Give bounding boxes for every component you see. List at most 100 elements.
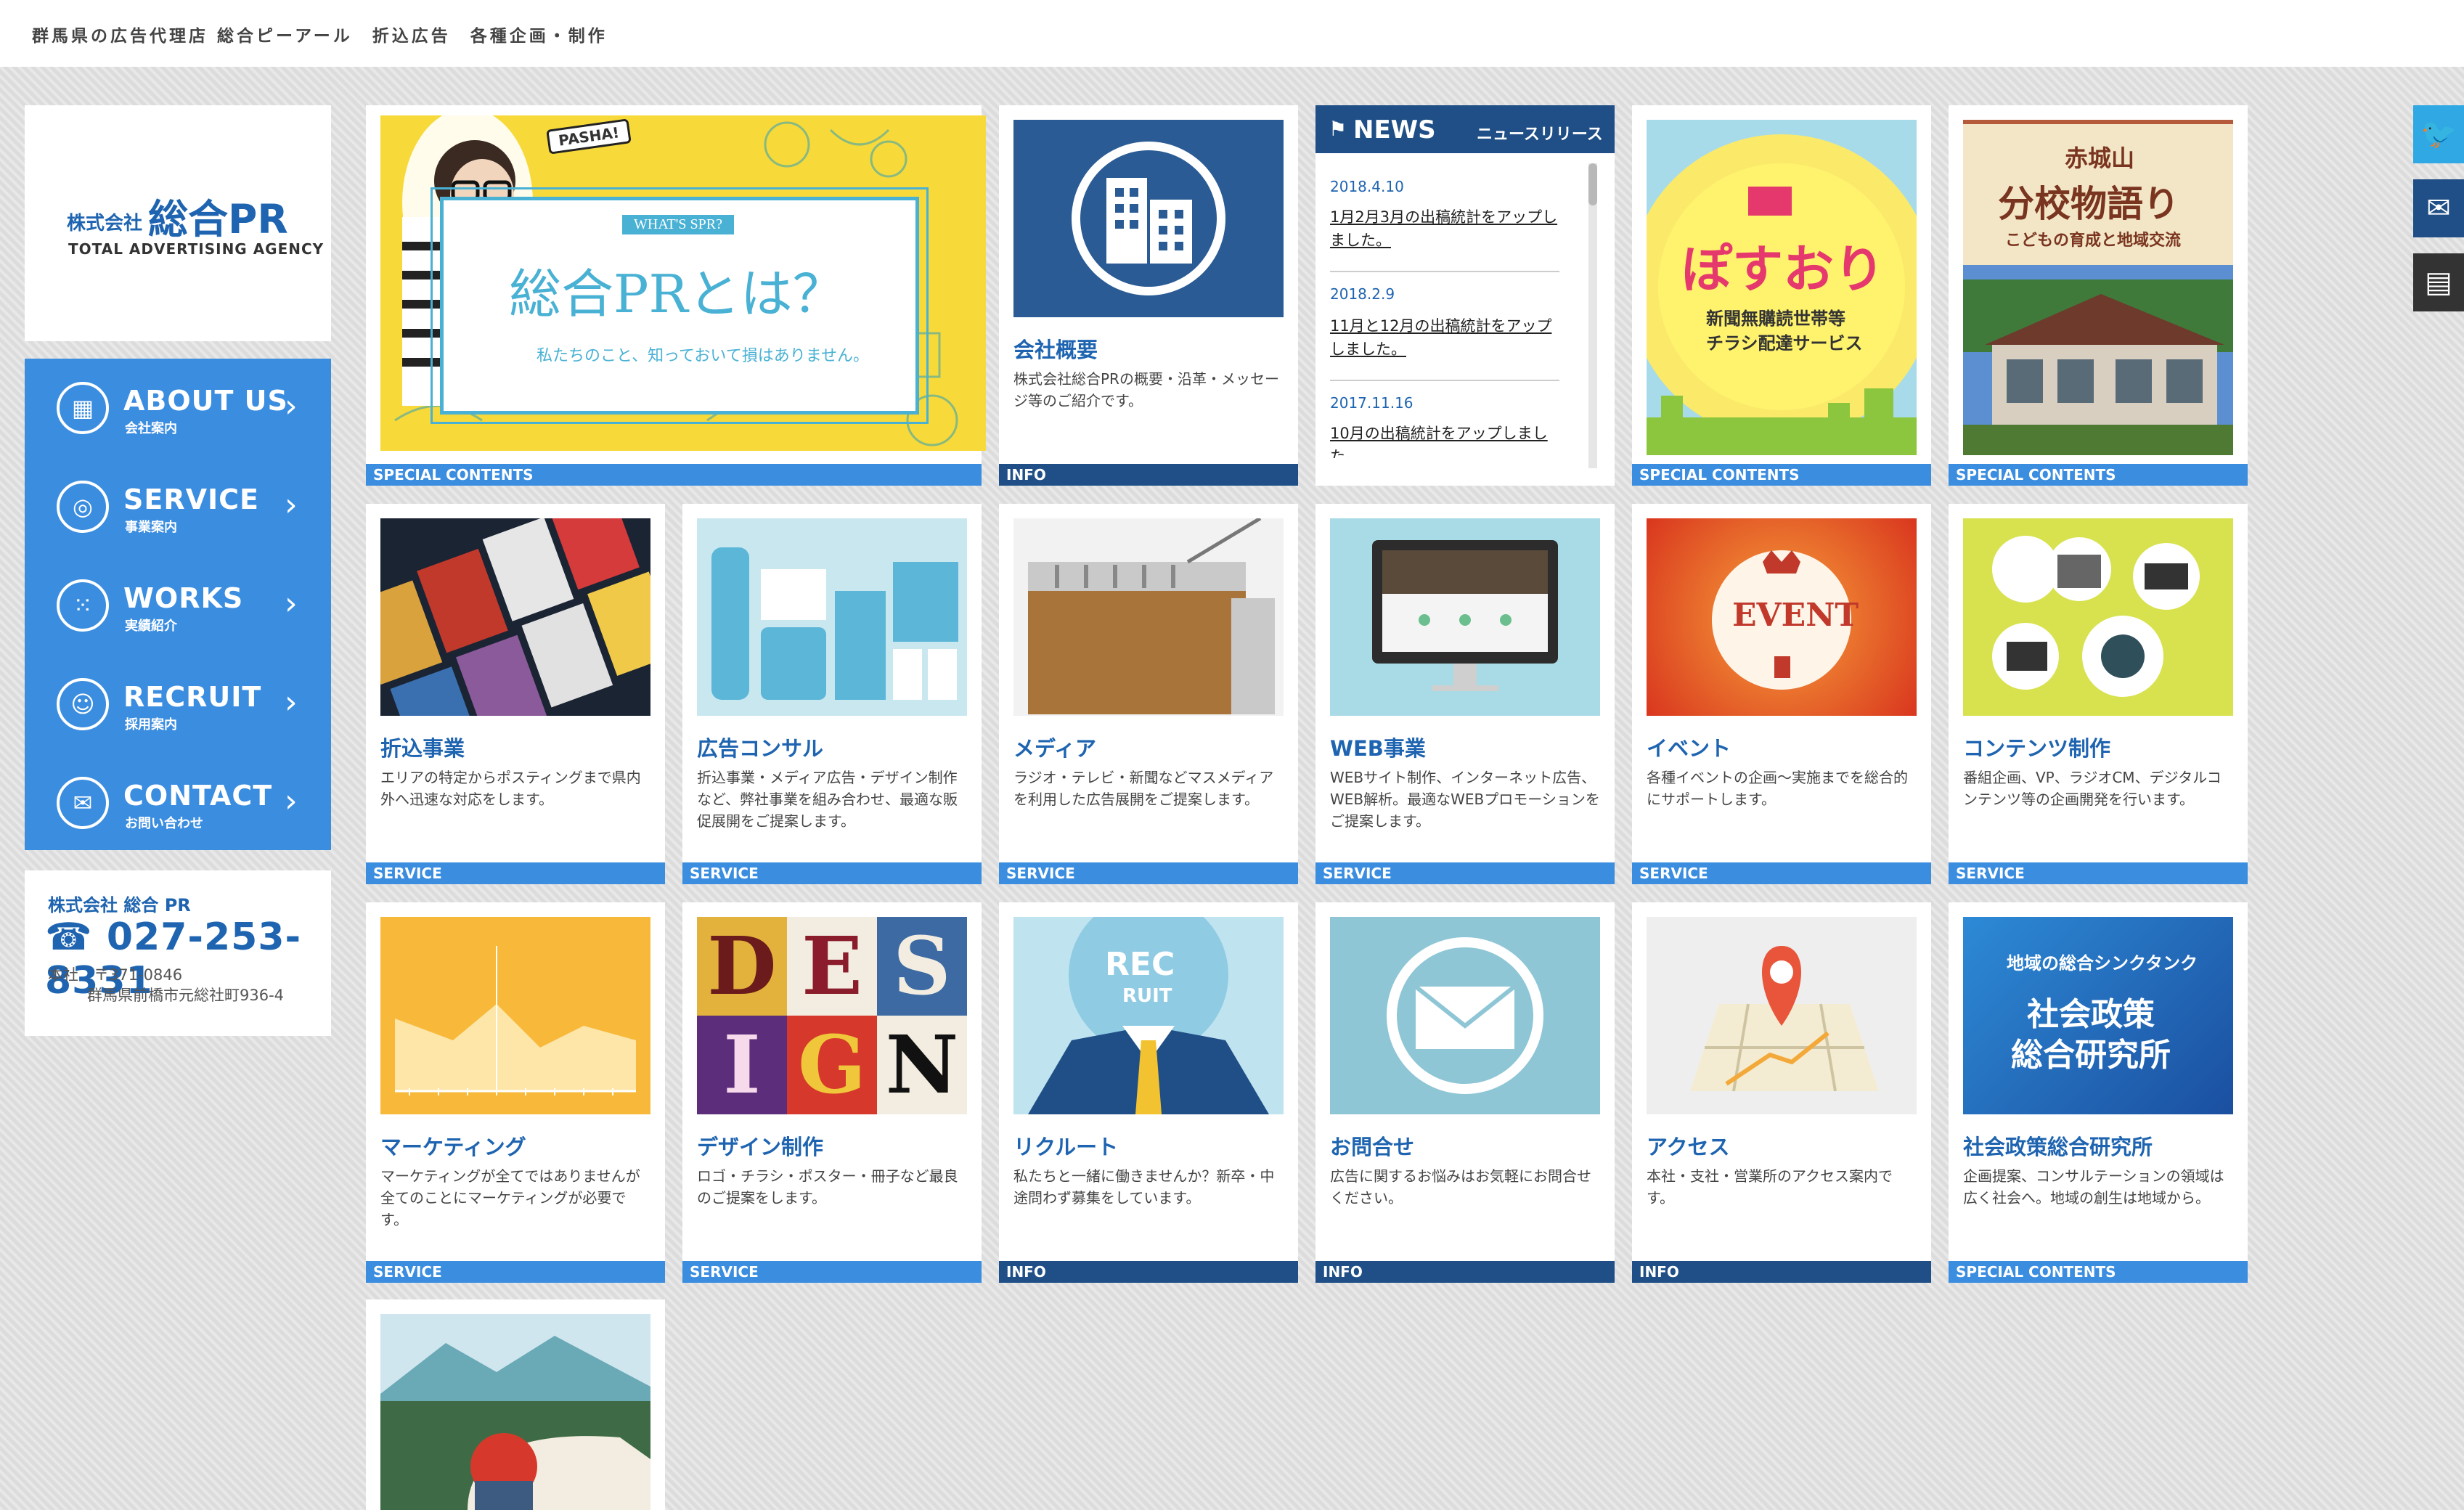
tile-description: 番組企画、VP、ラジオCM、デジタルコンテンツ等の企画開発を行います。: [1963, 769, 2222, 808]
nav-about-us[interactable]: ▦ ABOUT US 会社案内 ›: [25, 359, 331, 457]
service-design-tile[interactable]: D E S I G N デザイン制作 ロゴ・チラシ・ポスター・冊子など最良のご提…: [682, 902, 982, 1283]
posuori-tile[interactable]: ぽすおり 新聞無購読世帯等 チラシ配達サービス SPECIAL CONTENTS: [1632, 105, 1931, 486]
think-tank-tile[interactable]: 地域の総合シンクタンク 社会政策 総合研究所 社会政策総合研究所 企画提案、コン…: [1949, 902, 2248, 1283]
flag-icon: ⚑: [1329, 117, 1347, 141]
tile-title: メディア: [1013, 736, 1096, 761]
feature-headline: 総合PRとは？: [509, 264, 845, 325]
feature-frame: WHAT'S SPR? 総合PRとは？ 私たちのこと、知っておいて損はありません…: [431, 187, 929, 424]
news-date: 2017.11.16: [1330, 394, 1413, 412]
feature-banner: PASHA! WHAT'S SPR? 総合PRとは？ 私たちのこと、知っておいて…: [380, 115, 986, 451]
contact-image: [1330, 917, 1600, 1114]
tile-description: 折込事業・メディア広告・デザイン制作など、弊社事業を組み合わせ、最適な販促展開を…: [697, 769, 958, 830]
nav-sublabel: 採用案内: [125, 717, 177, 732]
radio-illustration: [1028, 518, 1275, 714]
tile-title: 広告コンサル: [697, 736, 824, 761]
news-link[interactable]: 10月の出稿統計をアップしました。: [1330, 422, 1559, 458]
mail-icon[interactable]: ✉: [2413, 179, 2464, 237]
akagi-image: 赤城山 分校物語り こどもの育成と地域交流: [1963, 120, 2233, 455]
logo-subtitle: TOTAL ADVERTISING AGENCY: [68, 240, 325, 258]
partial-tile[interactable]: [366, 1299, 665, 1510]
tile-title: WEB事業: [1330, 736, 1426, 761]
nav-label: CONTACT: [123, 780, 273, 812]
tile-description: 株式会社総合PRの概要・沿革・メッセージ等のご紹介です。: [1013, 370, 1279, 409]
tile-category: SPECIAL CONTENTS: [1632, 464, 1931, 486]
service-marketing-tile[interactable]: マーケティング マーケティングが全てではありませんが全てのことにマーケティングが…: [366, 902, 665, 1283]
tile-category: INFO: [1315, 1261, 1615, 1283]
tile-title: リクルート: [1013, 1135, 1119, 1159]
info-contact-tile[interactable]: お問合せ 広告に関するお悩みはお気軽にお問合せください。 INFO: [1315, 902, 1615, 1283]
posuori-title: ぽすおり: [1681, 240, 1885, 299]
book-icon[interactable]: ▤: [2413, 253, 2464, 311]
design-letter: G: [787, 1016, 877, 1114]
grid-icon: ⁙: [57, 579, 109, 632]
top-bar: 群馬県の広告代理店 総合ピーアール 折込広告 各種企画・制作: [0, 0, 2464, 67]
posuori-line2: チラシ配達サービス: [1706, 333, 1863, 354]
nav-recruit[interactable]: ☺ RECRUIT 採用案内 ›: [25, 655, 331, 754]
akagi-school-tile[interactable]: 赤城山 分校物語り こどもの育成と地域交流 SPECIAL CONTENTS: [1949, 105, 2248, 486]
nav-contact[interactable]: ✉ CONTACT お問い合わせ ›: [25, 754, 331, 852]
map-pin-icon: [1690, 946, 1879, 1092]
news-link[interactable]: 1月2月3月の出稿統計をアップしました。: [1330, 205, 1559, 252]
feature-whats-spr-tile[interactable]: PASHA! WHAT'S SPR? 総合PRとは？ 私たちのこと、知っておいて…: [366, 105, 986, 486]
tile-description: ラジオ・テレビ・新聞などマスメディアを利用した広告展開をご提案します。: [1013, 769, 1274, 808]
news-panel: ⚑ NEWS ニュースリリース 2018.4.10 1月2月3月の出稿統計をアッ…: [1315, 105, 1615, 486]
chart-illustration: [395, 946, 636, 1095]
tile-description: 私たちと一緒に働きませんか？新卒・中途問わず募集をしています。: [1013, 1167, 1275, 1207]
site-logo[interactable]: 株式会社 総合PR TOTAL ADVERTISING AGENCY: [25, 105, 331, 341]
branding-mockup: [711, 547, 958, 700]
service-contents-tile[interactable]: コンテンツ制作 番組企画、VP、ラジオCM、デジタルコンテンツ等の企画開発を行い…: [1949, 504, 2248, 884]
nav-sublabel: 事業案内: [125, 520, 177, 535]
flyers-illustration: [380, 518, 650, 716]
scrollbar-thumb[interactable]: [1588, 163, 1597, 205]
info-recruit-tile[interactable]: REC RUIT リクルート 私たちと一緒に働きませんか？新卒・中途問わず募集を…: [999, 902, 1298, 1283]
tile-title: 会社概要: [1013, 338, 1098, 362]
service-web-tile[interactable]: WEB事業 WEBサイト制作、インターネット広告、WEB解析。最適なWEBプロモ…: [1315, 504, 1615, 884]
tile-category: INFO: [999, 1261, 1298, 1283]
design-image: D E S I G N: [697, 917, 967, 1114]
news-header: ⚑ NEWS ニュースリリース: [1315, 105, 1615, 153]
globe-icon: ◎: [57, 481, 109, 533]
radio-image: [1013, 518, 1284, 716]
news-scrollbar[interactable]: [1588, 163, 1597, 468]
news-release-link[interactable]: ニュースリリース: [1477, 121, 1603, 144]
service-orikomi-tile[interactable]: 折込事業 エリアの特定からポスティングまで県内外へ迅速な対応をします。 SERV…: [366, 504, 665, 884]
think-tank-line1: 地域の総合シンクタンク: [2007, 953, 2198, 974]
divider: [1330, 271, 1559, 272]
service-event-tile[interactable]: EVENT イベント 各種イベントの企画〜実施までを総合的にサポートします。 S…: [1632, 504, 1931, 884]
tile-category: INFO: [1632, 1261, 1931, 1283]
media-icons-illustration: [1992, 536, 2200, 697]
news-link[interactable]: 11月と12月の出稿統計をアップしました。: [1330, 314, 1559, 361]
nav-service[interactable]: ◎ SERVICE 事業案内 ›: [25, 457, 331, 556]
nav-works[interactable]: ⁙ WORKS 実績紹介 ›: [25, 556, 331, 655]
divider: [1330, 380, 1559, 381]
tile-category: SERVICE: [366, 862, 665, 884]
tile-description: WEBサイト制作、インターネット広告、WEB解析。最適なWEBプロモーションをご…: [1330, 769, 1600, 830]
flyers-image: [380, 518, 650, 716]
map-image: [1647, 917, 1917, 1114]
twitter-icon[interactable]: 🐦: [2413, 105, 2464, 163]
service-media-tile[interactable]: メディア ラジオ・テレビ・新聞などマスメディアを利用した広告展開をご提案します。…: [999, 504, 1298, 884]
nav-sublabel: 会社案内: [125, 421, 177, 436]
service-consult-tile[interactable]: 広告コンサル 折込事業・メディア広告・デザイン制作など、弊社事業を組み合わせ、最…: [682, 504, 982, 884]
info-access-tile[interactable]: アクセス 本社・支社・営業所のアクセス案内です。 INFO: [1632, 902, 1931, 1283]
design-letter: N: [877, 1016, 967, 1114]
school-photo: [1963, 265, 2233, 455]
tile-category: SERVICE: [366, 1261, 665, 1283]
marketing-image: [380, 917, 650, 1114]
contents-image: [1963, 518, 2233, 716]
tile-category: INFO: [999, 464, 1298, 486]
design-letter: S: [877, 917, 967, 1016]
chevron-right-icon: ›: [285, 486, 298, 523]
consult-image: [697, 518, 967, 716]
design-letter: D: [697, 917, 787, 1016]
web-image: [1330, 518, 1600, 716]
chevron-right-icon: ›: [285, 585, 298, 622]
tile-description: 企画提案、コンサルテーションの領域は広く社会へ。地域の創生は地域から。: [1963, 1167, 2224, 1207]
think-tank-image: 地域の総合シンクタンク 社会政策 総合研究所: [1963, 917, 2233, 1114]
posuori-line1: 新聞無購読世帯等: [1706, 309, 1845, 329]
tile-category: SERVICE: [682, 862, 982, 884]
monitor-illustration: [1372, 540, 1558, 691]
company-overview-tile[interactable]: 会社概要 株式会社総合PRの概要・沿革・メッセージ等のご紹介です。 INFO: [999, 105, 1298, 486]
chevron-right-icon: ›: [285, 388, 298, 425]
tile-category: SPECIAL CONTENTS: [1949, 464, 2248, 486]
